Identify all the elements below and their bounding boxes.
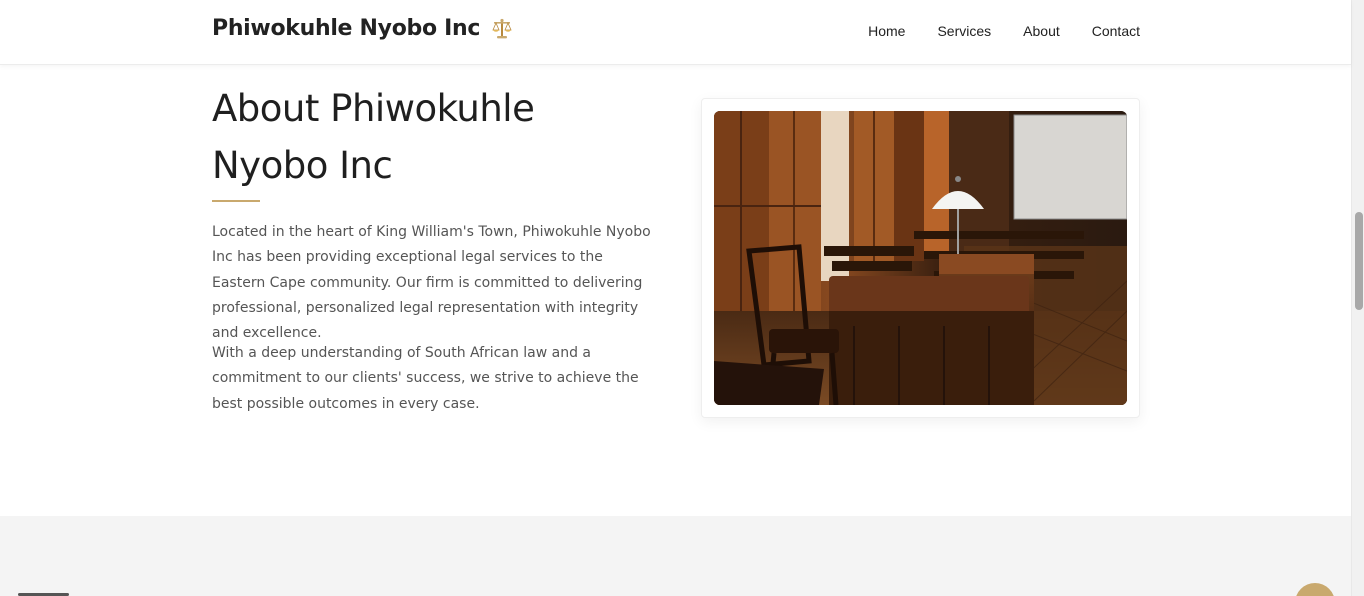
- courtroom-photo: [714, 111, 1127, 405]
- about-paragraph-1: Located in the heart of King William's T…: [212, 224, 651, 342]
- next-section: [0, 516, 1351, 596]
- page-scrollbar[interactable]: [1351, 0, 1364, 596]
- about-paragraph-2: With a deep understanding of South Afric…: [212, 345, 639, 412]
- scales-icon: [490, 17, 514, 41]
- site-header: Phiwokuhle Nyobo Inc Home Services About…: [0, 0, 1351, 65]
- nav-services[interactable]: Services: [937, 23, 991, 39]
- main-nav: Home Services About Contact: [868, 23, 1140, 39]
- nav-home[interactable]: Home: [868, 23, 905, 39]
- nav-about[interactable]: About: [1023, 23, 1060, 39]
- scrollbar-thumb[interactable]: [1355, 212, 1363, 310]
- about-title: About Phiwokuhle Nyobo Inc: [212, 87, 535, 187]
- brand-logo[interactable]: Phiwokuhle Nyobo Inc: [212, 16, 514, 41]
- image-card: [701, 98, 1140, 418]
- brand-name[interactable]: Phiwokuhle Nyobo Inc: [212, 16, 480, 41]
- nav-contact[interactable]: Contact: [1092, 23, 1140, 39]
- title-divider: [212, 200, 260, 202]
